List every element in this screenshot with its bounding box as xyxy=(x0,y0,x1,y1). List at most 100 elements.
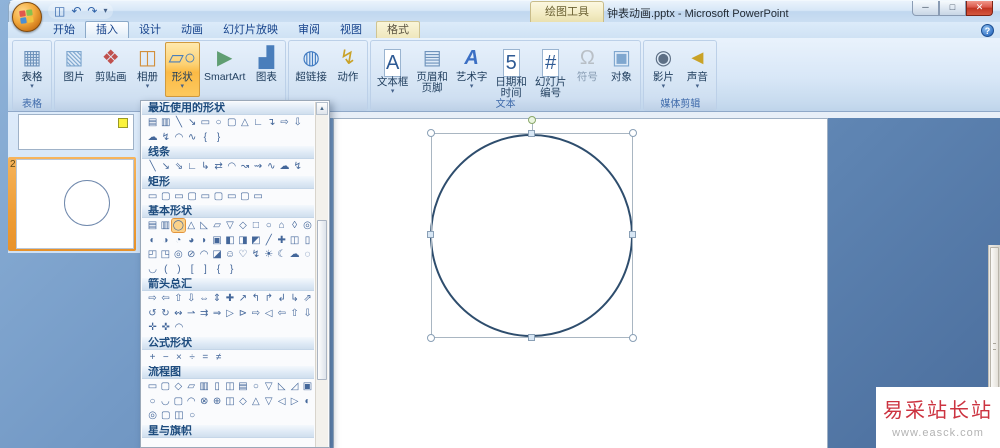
shape-icon[interactable]: ◠ xyxy=(172,131,185,144)
shape-icon[interactable]: { xyxy=(212,263,225,276)
shape-icon[interactable]: ▢ xyxy=(186,190,199,203)
ribbon-button-超链接[interactable]: ◍ 超链接 xyxy=(291,42,331,97)
shape-icon[interactable]: ◪ xyxy=(211,248,224,261)
shape-icon[interactable]: ◨ xyxy=(236,234,249,247)
close-button[interactable]: ✕ xyxy=(966,1,993,16)
selection-handle-bottom-left[interactable] xyxy=(427,334,435,342)
shape-icon[interactable]: ⊕ xyxy=(211,395,224,408)
shape-icon[interactable]: ⇉ xyxy=(198,307,211,320)
shape-icon[interactable]: ▥ xyxy=(198,380,211,393)
shape-icon[interactable]: ◳ xyxy=(159,248,172,261)
tab-视图[interactable]: 视图 xyxy=(330,22,372,38)
selection-handle-bottom-right[interactable] xyxy=(629,334,637,342)
shape-icon[interactable]: ▢ xyxy=(238,190,251,203)
shape-icon[interactable]: ↯ xyxy=(249,248,262,261)
shape-icon[interactable]: ◿ xyxy=(288,380,301,393)
shape-icon[interactable]: ▢ xyxy=(159,190,172,203)
shape-icon[interactable]: ⇧ xyxy=(172,292,185,305)
shape-icon[interactable]: □ xyxy=(249,219,262,232)
shape-icon[interactable]: ⇨ xyxy=(146,292,159,305)
shape-icon[interactable]: ◁ xyxy=(262,307,275,320)
shape-icon[interactable]: ↗ xyxy=(236,292,249,305)
shape-icon[interactable]: ○ xyxy=(146,395,159,408)
ribbon-button-艺术字[interactable]: A 艺术字 ▾ xyxy=(452,42,492,97)
shape-icon[interactable]: ⇄ xyxy=(212,160,225,173)
shape-icon[interactable]: ◰ xyxy=(146,248,159,261)
ribbon-button-SmartArt[interactable]: ▶ SmartArt xyxy=(200,42,249,97)
shape-icon[interactable]: ▯ xyxy=(211,380,224,393)
tab-幻灯片放映[interactable]: 幻灯片放映 xyxy=(213,22,288,38)
tab-动画[interactable]: 动画 xyxy=(171,22,213,38)
shape-icon[interactable]: ↭ xyxy=(172,307,185,320)
shape-icon[interactable]: ⇨ xyxy=(249,307,262,320)
selection-handle-top-middle[interactable] xyxy=(528,130,535,137)
shape-icon[interactable]: ◐ xyxy=(146,234,159,247)
shape-icon[interactable]: ⊳ xyxy=(236,307,249,320)
selection-handle-right-middle[interactable] xyxy=(629,231,636,238)
ribbon-button-动作[interactable]: ↯ 动作 xyxy=(331,42,365,97)
ribbon-button-幻灯片编号[interactable]: # 幻灯片 编号 xyxy=(531,42,571,99)
shape-icon[interactable]: − xyxy=(159,351,172,364)
shape-icon[interactable]: ◡ xyxy=(159,395,172,408)
selection-handle-left-middle[interactable] xyxy=(427,231,434,238)
shape-icon[interactable]: ╱ xyxy=(262,234,275,247)
shape-icon[interactable]: ☀ xyxy=(262,248,275,261)
shape-icon[interactable]: ○ xyxy=(249,380,262,393)
shape-icon[interactable]: ▤ xyxy=(146,116,159,129)
shape-icon[interactable]: ∿ xyxy=(186,131,199,144)
scroll-up-arrow-icon[interactable]: ▲ xyxy=(316,102,328,115)
shape-icon[interactable]: ◁ xyxy=(275,395,288,408)
shape-icon[interactable]: ▢ xyxy=(172,395,185,408)
shape-icon[interactable]: ⇒ xyxy=(211,307,224,320)
shape-icon[interactable]: ▽ xyxy=(224,219,237,232)
shape-icon[interactable]: ÷ xyxy=(186,351,199,364)
shape-icon[interactable]: ◠ xyxy=(198,248,211,261)
shape-icon[interactable]: ▥ xyxy=(159,219,172,232)
shape-icon[interactable]: ▭ xyxy=(146,190,159,203)
shape-icon[interactable]: ⊗ xyxy=(198,395,211,408)
ribbon-button-相册[interactable]: ◫ 相册 ▾ xyxy=(131,42,165,97)
shape-icon[interactable]: ☁ xyxy=(288,248,301,261)
shape-icon[interactable]: ⇧ xyxy=(288,307,301,320)
shape-icon[interactable]: ↘ xyxy=(159,160,172,173)
slide-canvas[interactable] xyxy=(333,116,828,448)
shape-icon[interactable]: ↰ xyxy=(249,292,262,305)
slide-1-thumbnail[interactable] xyxy=(18,114,134,150)
ribbon-button-形状[interactable]: ▱○ 形状 ▾ xyxy=(164,42,200,97)
shape-icon[interactable]: = xyxy=(199,351,212,364)
shape-icon[interactable]: ✚ xyxy=(275,234,288,247)
shape-icon[interactable]: ↱ xyxy=(262,292,275,305)
ribbon-button-影片[interactable]: ◉ 影片 ▾ xyxy=(646,42,680,97)
shape-icon[interactable]: ◫ xyxy=(288,234,301,247)
shape-icon[interactable]: ◎ xyxy=(172,248,185,261)
shape-icon[interactable]: ◫ xyxy=(224,380,237,393)
tab-格式[interactable]: 格式 xyxy=(376,21,420,38)
shape-icon[interactable]: ▭ xyxy=(172,190,185,203)
shape-icon[interactable]: ▣ xyxy=(211,234,224,247)
shape-icon[interactable]: ☾ xyxy=(275,248,288,261)
shape-icon[interactable]: ○ xyxy=(186,409,199,422)
shape-icon[interactable]: ◠ xyxy=(185,395,198,408)
ribbon-button-文本框[interactable]: A 文本框 ▾ xyxy=(373,42,413,97)
ribbon-button-表格[interactable]: ▦ 表格 ▾ xyxy=(15,42,49,97)
ribbon-button-对象[interactable]: ▣ 对象 xyxy=(604,42,638,97)
shape-icon[interactable]: ◕ xyxy=(185,234,198,247)
shape-icon[interactable]: ▽ xyxy=(262,380,275,393)
maximize-button[interactable]: □ xyxy=(939,1,966,16)
selection-handle-bottom-middle[interactable] xyxy=(528,334,535,341)
shape-icon[interactable]: ✛ xyxy=(146,321,159,334)
qat-more-icon[interactable]: ▾ xyxy=(103,4,107,18)
shape-icon[interactable]: ≠ xyxy=(212,351,225,364)
tab-设计[interactable]: 设计 xyxy=(129,22,171,38)
shape-icon[interactable]: ↺ xyxy=(146,307,159,320)
ribbon-button-图表[interactable]: ▟ 图表 xyxy=(249,42,283,97)
shape-icon[interactable]: × xyxy=(172,351,185,364)
shape-icon[interactable]: ▭ xyxy=(199,116,212,129)
shape-icon[interactable]: △ xyxy=(185,219,198,232)
shape-icon[interactable]: ⇦ xyxy=(159,292,172,305)
shape-icon[interactable]: △ xyxy=(249,395,262,408)
help-icon[interactable]: ? xyxy=(981,24,994,37)
shape-icon[interactable]: ▭ xyxy=(225,190,238,203)
shape-icon[interactable]: ( xyxy=(159,263,172,276)
shape-icon[interactable]: ▭ xyxy=(252,190,265,203)
